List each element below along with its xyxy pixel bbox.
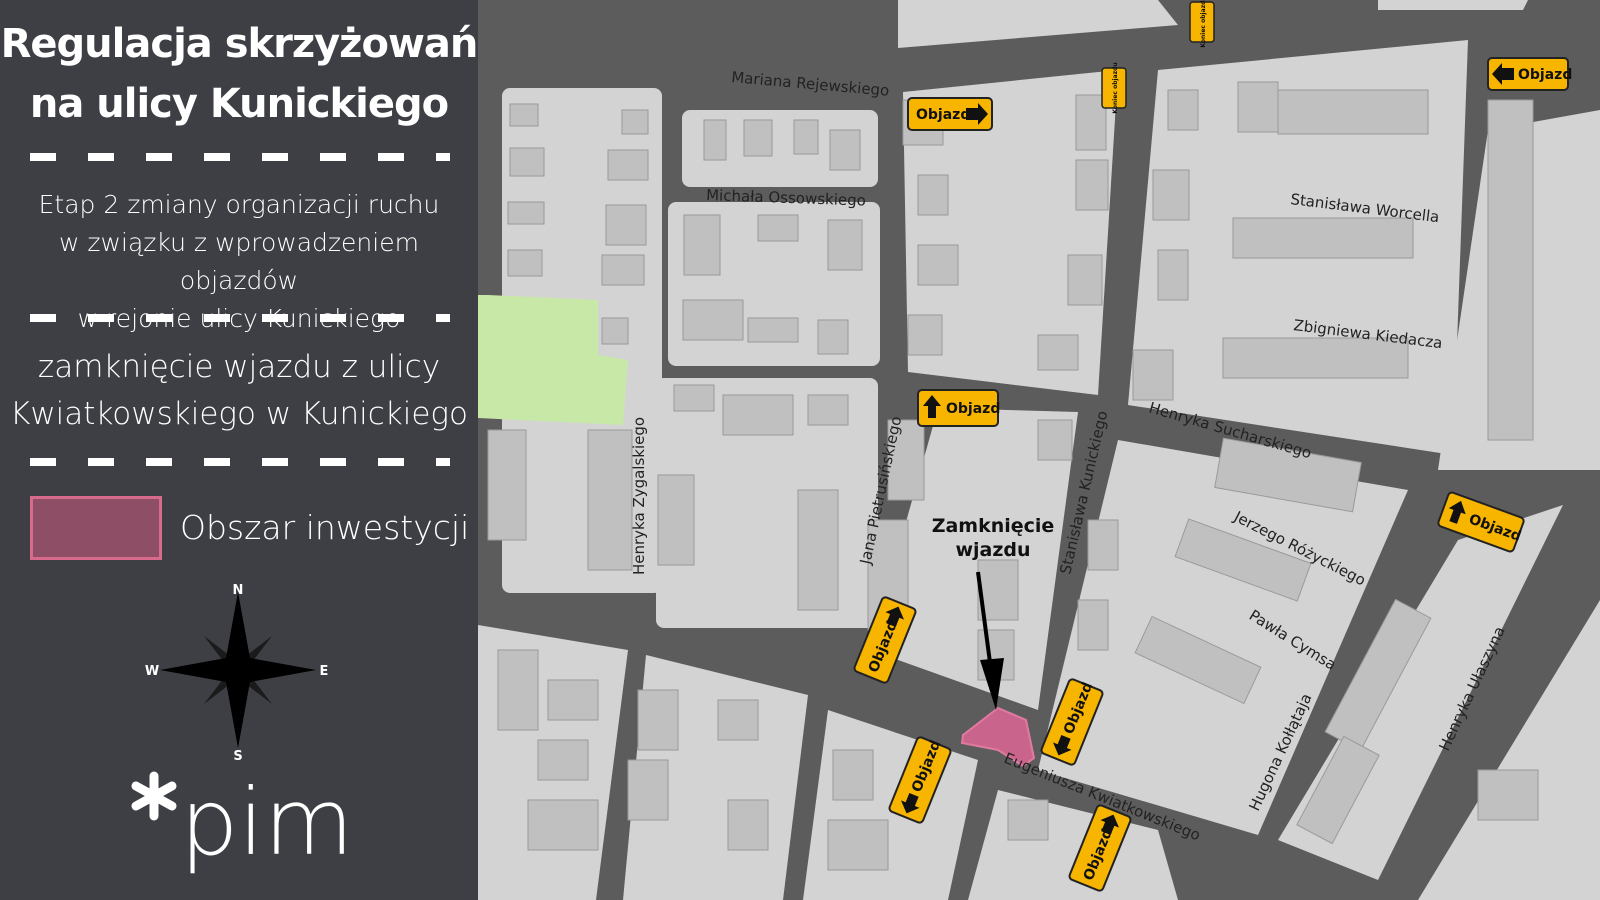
compass-south-label: S (233, 749, 242, 760)
building (507, 249, 543, 277)
street-map[interactable]: Mariana Rejewskiego Michała Ossowskiego … (478, 0, 1600, 900)
building (682, 299, 744, 341)
building (1087, 519, 1119, 571)
svg-text:Koniec objazdu: Koniec objazdu (1112, 62, 1119, 113)
building (605, 204, 647, 246)
building (509, 103, 539, 127)
building (1232, 217, 1414, 259)
building (487, 429, 527, 541)
compass-west-label: W (145, 664, 159, 679)
building (1132, 349, 1174, 401)
building (1075, 159, 1109, 211)
building (757, 214, 799, 242)
info-panel: Regulacja skrzyżowań na ulicy Kunickiego… (0, 0, 478, 900)
stage-line-1: Etap 2 zmiany organizacji ruchu (38, 190, 440, 219)
building (537, 739, 589, 781)
building (1487, 99, 1534, 441)
building (727, 799, 769, 851)
building (1477, 769, 1539, 821)
building (1277, 89, 1429, 135)
building (829, 129, 861, 171)
building (547, 679, 599, 721)
stage-line-2: w związku z wprowadzeniem objazdów (59, 228, 419, 295)
building (587, 429, 633, 571)
building (1077, 599, 1109, 651)
building (827, 819, 889, 871)
building (717, 699, 759, 741)
svg-text:Objazd: Objazd (946, 401, 1000, 417)
compass-north-label: N (233, 583, 244, 598)
building (673, 384, 715, 412)
building (507, 201, 545, 225)
pim-logo: pim (131, 770, 354, 876)
closure-description: zamknięcie wjazdu z ulicy Kwiatkowskiego… (0, 344, 478, 438)
building (832, 749, 874, 801)
svg-text:Objazd: Objazd (916, 107, 970, 123)
building (1237, 81, 1279, 133)
building (607, 149, 649, 181)
building (743, 119, 773, 157)
building (509, 147, 545, 177)
building (1152, 169, 1190, 221)
dashed-divider (30, 153, 450, 161)
compass-rose-icon: N S E W (145, 583, 329, 760)
building (722, 394, 794, 436)
callout-line-2: wjazdu (955, 539, 1030, 561)
closure-line-2: Kwiatkowskiego w Kunickiego (10, 396, 468, 432)
building (1037, 419, 1073, 461)
detour-end-sign: Koniec objazdu (1189, 0, 1215, 48)
building (917, 174, 949, 216)
building (497, 649, 539, 731)
dashed-divider (30, 314, 450, 322)
title-line-1: Regulacja skrzyżowań (0, 21, 479, 67)
building (1007, 799, 1049, 841)
building (601, 317, 629, 345)
investment-area-swatch (30, 496, 162, 560)
building (637, 689, 679, 751)
svg-text:Koniec objazdu: Koniec objazdu (1200, 0, 1207, 48)
building (807, 394, 849, 426)
svg-text:Objazd: Objazd (1518, 67, 1572, 83)
building (1167, 89, 1199, 131)
building (703, 119, 727, 161)
detour-sign: Objazd (907, 97, 993, 131)
building (657, 474, 695, 566)
building (793, 119, 819, 155)
building (797, 489, 839, 611)
callout-line-1: Zamknięcie (932, 515, 1055, 537)
building (621, 109, 649, 135)
dashed-divider (30, 458, 450, 466)
building (527, 799, 599, 851)
legend-label: Obszar inwestycji (180, 508, 470, 547)
block (1378, 0, 1528, 10)
building (627, 759, 669, 821)
building (827, 219, 863, 271)
building (907, 314, 943, 356)
building (1067, 254, 1103, 306)
page-title: Regulacja skrzyżowań na ulicy Kunickiego (0, 14, 479, 134)
detour-sign: Objazd (917, 389, 1000, 427)
building (1157, 249, 1189, 301)
detour-sign: Objazd (1487, 57, 1572, 91)
building (683, 214, 721, 276)
building (747, 317, 799, 343)
building (917, 244, 959, 286)
building (601, 254, 645, 286)
detour-end-sign: Koniec objazdu (1101, 62, 1127, 114)
building (1037, 334, 1079, 371)
logo-text: pim (180, 770, 354, 876)
compass-east-label: E (320, 664, 329, 679)
street-label: Henryka Zygalskiego (630, 417, 648, 575)
building (817, 319, 849, 355)
closure-line-1: zamknięcie wjazdu z ulicy (37, 349, 441, 385)
title-line-2: na ulicy Kunickiego (29, 81, 449, 127)
